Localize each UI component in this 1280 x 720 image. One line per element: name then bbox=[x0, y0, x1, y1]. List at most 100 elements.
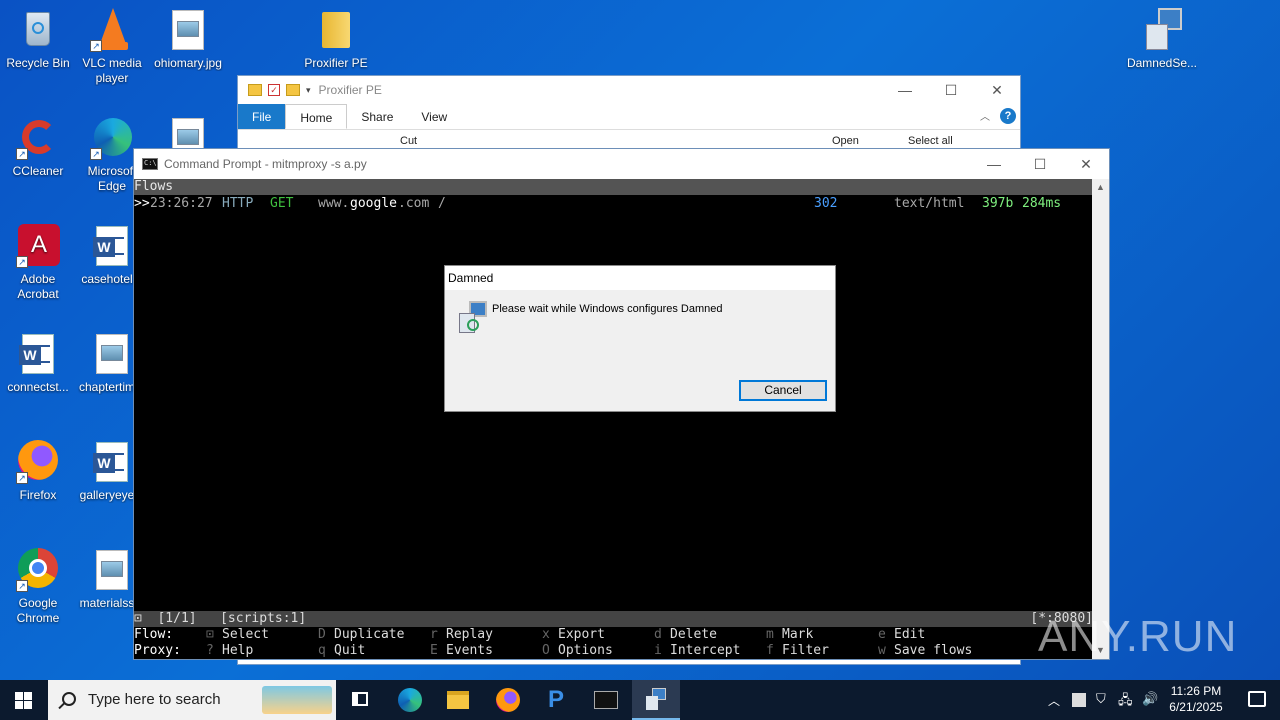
open-button[interactable]: Open bbox=[832, 135, 859, 147]
key-hint-key: x bbox=[542, 627, 550, 642]
key-hints: Flow: Proxy: ⊡ Select D Duplicate r Repl… bbox=[134, 627, 1093, 659]
desktop-icon-label: CCleaner bbox=[12, 164, 64, 178]
help-icon[interactable]: ? bbox=[1000, 108, 1016, 124]
taskbar-file-explorer[interactable] bbox=[434, 680, 482, 720]
flow-row[interactable]: >> 23:26:27 HTTP GET www. google .com / … bbox=[134, 196, 1093, 212]
key-hint-export[interactable]: Export bbox=[558, 627, 605, 643]
desktop-icon-label: DamnedSe... bbox=[1126, 56, 1198, 70]
cancel-button[interactable]: Cancel bbox=[739, 380, 827, 401]
close-button[interactable]: ✕ bbox=[1063, 149, 1109, 179]
key-hint-key: w bbox=[878, 643, 886, 658]
recycle-bin-icon bbox=[16, 8, 60, 52]
taskbar-damned-installer[interactable] bbox=[632, 680, 680, 720]
key-hint-replay[interactable]: Replay bbox=[446, 627, 493, 643]
scroll-up-icon[interactable]: ▲ bbox=[1092, 179, 1109, 196]
desktop-icon-label: ohiomary.jpg bbox=[154, 56, 222, 70]
console-icon bbox=[594, 691, 618, 709]
edge-icon: ↗ bbox=[90, 116, 134, 160]
image-file-icon bbox=[90, 548, 134, 592]
tab-view[interactable]: View bbox=[407, 104, 461, 129]
key-hint-mark[interactable]: Mark bbox=[782, 627, 813, 643]
maximize-button[interactable]: ☐ bbox=[928, 76, 974, 104]
clock[interactable]: 11:26 PM 6/21/2025 bbox=[1160, 683, 1232, 715]
task-view-icon bbox=[352, 692, 368, 706]
volume-icon[interactable]: 🔊 bbox=[1142, 691, 1158, 707]
desktop-icon-proxifier-folder[interactable]: Proxifier PE bbox=[298, 8, 374, 71]
desktop-icon-label: Proxifier PE bbox=[304, 56, 368, 70]
maximize-button[interactable]: ☐ bbox=[1017, 149, 1063, 179]
desktop-icon-label: VLC media player bbox=[82, 56, 142, 85]
taskbar-proxifier[interactable]: P bbox=[534, 680, 582, 720]
minimize-button[interactable]: — bbox=[882, 76, 928, 104]
chevron-up-icon[interactable]: ︿ bbox=[1048, 692, 1060, 709]
taskbar: Type here to search P ︿ ⛉ 🖧 🔊 11:26 PM 6… bbox=[0, 680, 1280, 720]
properties-icon[interactable]: ✓ bbox=[268, 84, 280, 96]
shield-icon[interactable]: ⛉ bbox=[1096, 691, 1106, 707]
word-file-icon: W bbox=[90, 224, 134, 268]
key-hint-help[interactable]: Help bbox=[222, 643, 253, 659]
edge-icon bbox=[398, 688, 422, 712]
installer-icon bbox=[646, 688, 666, 710]
key-hint-select[interactable]: Select bbox=[222, 627, 269, 643]
key-hint-filter[interactable]: Filter bbox=[782, 643, 829, 659]
flow-protocol: HTTP bbox=[222, 196, 254, 211]
key-hint-key: m bbox=[766, 627, 774, 642]
flows-header: Flows bbox=[134, 179, 1093, 195]
search-box[interactable]: Type here to search bbox=[48, 680, 336, 720]
customize-quick-access-icon[interactable]: ▾ bbox=[306, 85, 311, 96]
collapse-ribbon-icon[interactable]: ︿ bbox=[980, 108, 990, 123]
flow-host-name: google bbox=[350, 196, 397, 211]
select-all-button[interactable]: Select all bbox=[908, 135, 953, 147]
tab-share[interactable]: Share bbox=[347, 104, 407, 129]
desktop-icon-firefox[interactable]: ↗ Firefox bbox=[0, 440, 76, 503]
shortcut-arrow-icon: ↗ bbox=[16, 148, 28, 160]
close-button[interactable]: ✕ bbox=[974, 76, 1020, 104]
taskbar-edge[interactable] bbox=[386, 680, 434, 720]
key-hint-duplicate[interactable]: Duplicate bbox=[334, 627, 404, 643]
desktop-icon-vlc[interactable]: ↗ VLC media player bbox=[74, 8, 150, 86]
cmd-titlebar[interactable]: C:\ Command Prompt - mitmproxy -s a.py —… bbox=[134, 149, 1109, 179]
key-hint-save-flows[interactable]: Save flows bbox=[894, 643, 972, 659]
key-hint-intercept[interactable]: Intercept bbox=[670, 643, 740, 659]
minimize-button[interactable]: — bbox=[971, 149, 1017, 179]
explorer-title: Proxifier PE bbox=[318, 83, 382, 97]
clock-time: 11:26 PM bbox=[1170, 684, 1222, 698]
key-hint-edit[interactable]: Edit bbox=[894, 627, 925, 643]
search-placeholder: Type here to search bbox=[88, 691, 221, 708]
tab-home[interactable]: Home bbox=[285, 104, 348, 129]
key-hint-events[interactable]: Events bbox=[446, 643, 493, 659]
scrollbar[interactable]: ▲ ▼ bbox=[1092, 179, 1109, 659]
damned-dialog[interactable]: Damned Please wait while Windows configu… bbox=[444, 265, 836, 412]
network-icon[interactable]: 🖧 bbox=[1118, 691, 1133, 713]
ribbon-tabs: File Home Share View bbox=[238, 104, 1020, 130]
key-hint-key: E bbox=[430, 643, 438, 658]
tab-file[interactable]: File bbox=[238, 104, 286, 129]
new-folder-icon[interactable] bbox=[286, 84, 300, 96]
key-hint-delete[interactable]: Delete bbox=[670, 627, 717, 643]
cut-button[interactable]: Cut bbox=[400, 135, 417, 147]
desktop-icon-connectst[interactable]: W connectst... bbox=[0, 332, 76, 395]
tray-app-icon[interactable] bbox=[1072, 693, 1086, 707]
desktop-icon-damned-setup[interactable]: DamnedSe... bbox=[1124, 8, 1200, 71]
notifications-icon[interactable] bbox=[1248, 691, 1266, 707]
desktop-icon-chrome[interactable]: ↗ Google Chrome bbox=[0, 548, 76, 626]
key-hint-options[interactable]: Options bbox=[558, 643, 613, 659]
flow-size: 397b bbox=[982, 196, 1014, 211]
taskbar-command-prompt[interactable] bbox=[582, 680, 630, 720]
explorer-titlebar[interactable]: ✓ ▾ Proxifier PE — ☐ ✕ bbox=[238, 76, 1020, 104]
desktop-icon-label: Recycle Bin bbox=[6, 56, 70, 70]
key-hint-key: ⊡ bbox=[206, 627, 214, 642]
start-button[interactable] bbox=[0, 680, 48, 720]
desktop-icon-acrobat[interactable]: A ↗ Adobe Acrobat bbox=[0, 224, 76, 302]
desktop-icon-recycle-bin[interactable]: Recycle Bin bbox=[0, 8, 76, 71]
proxy-keys-label: Proxy: bbox=[134, 643, 181, 658]
task-view-button[interactable] bbox=[336, 680, 384, 720]
desktop-icon-ohiomary[interactable]: ohiomary.jpg bbox=[150, 8, 226, 71]
key-hint-quit[interactable]: Quit bbox=[334, 643, 365, 659]
console-output[interactable]: Flows >> 23:26:27 HTTP GET www. google .… bbox=[134, 179, 1093, 659]
vlc-cone-icon: ↗ bbox=[90, 8, 134, 52]
taskbar-firefox[interactable] bbox=[484, 680, 532, 720]
desktop-icon-ccleaner[interactable]: ↗ CCleaner bbox=[0, 116, 76, 179]
console-icon: C:\ bbox=[142, 158, 158, 170]
key-hint-key: f bbox=[766, 643, 774, 658]
